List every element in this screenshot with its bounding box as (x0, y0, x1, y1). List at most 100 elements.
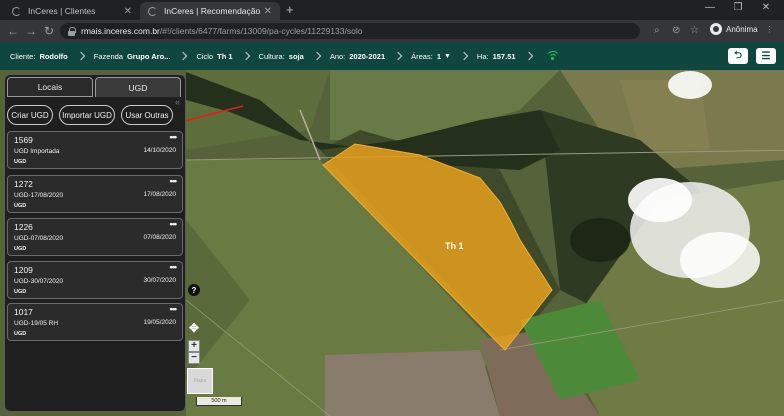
tracking-blocked-icon[interactable]: ⊘ (672, 25, 680, 36)
ugd-name: UGD-19/05 RH (14, 320, 59, 327)
menu-button[interactable]: ☰ (756, 48, 776, 64)
ugd-id: 1272 (14, 179, 33, 189)
areas-value: 1 (436, 51, 441, 61)
tab-ugd[interactable]: UGD (95, 77, 181, 97)
close-tab-icon[interactable]: ✕ (124, 6, 132, 17)
header-cultura[interactable]: Cultura: soja (259, 52, 304, 61)
profile-label: Anônima (726, 24, 758, 34)
zoom-icon[interactable]: ⌕ (654, 25, 660, 36)
ugd-panel: Locais UGD « Criar UGD Importar UGD Usar… (4, 74, 186, 412)
tab-locais[interactable]: Locais (7, 77, 93, 97)
chevron-right-icon (241, 51, 250, 61)
ugd-name: UGD-07/08/2020 (14, 235, 64, 242)
reload-icon[interactable]: ↻ (42, 24, 56, 38)
ugd-name: UGD Importada (14, 148, 60, 155)
chevron-right-icon (76, 51, 86, 61)
app-header: Cliente: Rodolfo Fazenda Grupo Aro... Ci… (0, 42, 784, 70)
cultura-label: Cultura: (258, 51, 285, 61)
tab-title: InCeres | Recomendação (164, 6, 261, 16)
cultura-value: soja (288, 51, 304, 61)
profile-button[interactable]: Anônima ⋮ (710, 23, 774, 35)
ugd-date: 19/05/2020 (143, 319, 176, 326)
wifi-connection-icon (545, 51, 560, 61)
forward-arrow-icon[interactable]: → (24, 24, 38, 38)
chevron-right-icon (312, 51, 322, 61)
ugd-date: 17/08/2020 (143, 191, 176, 198)
ciclo-value: Th 1 (217, 51, 233, 61)
ugd-date: 30/07/2020 (143, 277, 176, 284)
zoom-in-button[interactable]: + (188, 340, 200, 352)
back-arrow-icon[interactable]: ← (6, 24, 20, 38)
header-cliente[interactable]: Cliente: Rodolfo (10, 52, 68, 61)
ugd-card[interactable]: 1209 ••• UGD-30/07/2020 30/07/2020 UGD (7, 261, 183, 299)
header-ciclo[interactable]: Ciclo Th 1 (196, 52, 232, 61)
ugd-card[interactable]: 1226 ••• UGD-07/08/2020 07/08/2020 UGD (7, 218, 183, 256)
ano-label: Ano: (329, 51, 346, 61)
ugd-type: UGD (14, 331, 27, 337)
ugd-name: UGD-30/07/2020 (14, 278, 64, 285)
field-label: Th 1 (445, 241, 464, 251)
browser-menu-icon[interactable]: ⋮ (766, 25, 774, 34)
incognito-avatar-icon (710, 23, 722, 35)
more-options-icon[interactable]: ••• (170, 304, 178, 314)
tab-title: InCeres | Clientes (28, 6, 96, 16)
cliente-value: Rodolfo (39, 51, 68, 61)
header-areas[interactable]: Áreas: 1 ▼ (411, 52, 451, 61)
url-host: rmais.inceres.com.br (81, 26, 160, 36)
fazenda-label: Fazenda (93, 51, 123, 61)
caret-down-icon: ▼ (443, 52, 451, 60)
header-ano[interactable]: Ano: 2020-2021 (330, 52, 385, 61)
collapse-panel-icon[interactable]: « (175, 97, 185, 107)
ugd-type: UGD (14, 289, 27, 295)
address-bar-row: ← → ↻ rmais.inceres.com.br/#!/clients/64… (0, 20, 784, 42)
ugd-card[interactable]: 1272 ••• UGD-17/08/2020 17/08/2020 UGD (7, 175, 183, 213)
usar-outras-button[interactable]: Usar Outras (121, 105, 173, 125)
ugd-id: 1017 (14, 307, 33, 317)
chevron-right-icon (179, 51, 188, 61)
header-fazenda[interactable]: Fazenda Grupo Aro... (94, 52, 171, 61)
new-tab-button[interactable]: + (286, 2, 294, 17)
ugd-type: UGD (14, 246, 27, 252)
fazenda-value: Grupo Aro... (126, 51, 171, 61)
close-window-button[interactable]: ✕ (756, 2, 776, 13)
back-button[interactable]: ⮌ (728, 48, 748, 64)
ugd-date: 14/10/2020 (143, 147, 176, 154)
minimize-button[interactable]: — (700, 2, 720, 13)
browser-tab-recomendacao[interactable]: InCeres | Recomendação ✕ (140, 2, 280, 20)
more-options-icon[interactable]: ••• (170, 132, 178, 142)
close-tab-icon[interactable]: ✕ (264, 6, 272, 17)
header-ha: Ha: 157.51 (477, 52, 516, 61)
ugd-id: 1569 (14, 135, 33, 145)
ugd-type: UGD (14, 159, 27, 165)
ugd-date: 07/08/2020 (143, 234, 176, 241)
bookmark-star-icon[interactable]: ☆ (690, 25, 699, 36)
inceres-favicon-icon (12, 6, 21, 16)
help-button[interactable]: ? (188, 284, 200, 296)
chevron-right-icon (459, 51, 469, 61)
arrow-left-icon: ⮌ (733, 49, 742, 61)
menu-icon: ☰ (761, 50, 771, 62)
ugd-id: 1209 (14, 265, 33, 275)
ugd-card[interactable]: 1569 ••• UGD Importada 14/10/2020 UGD (7, 131, 183, 169)
url-field[interactable]: rmais.inceres.com.br/#!/clients/6477/far… (60, 23, 640, 39)
more-options-icon[interactable]: ••• (170, 219, 178, 229)
ha-label: Ha: (476, 51, 489, 61)
ugd-id: 1226 (14, 222, 33, 232)
ha-value: 157.51 (492, 51, 516, 61)
criar-ugd-button[interactable]: Criar UGD (7, 105, 53, 125)
chevron-right-icon (524, 51, 533, 61)
importar-ugd-button[interactable]: Importar UGD (59, 105, 115, 125)
ciclo-label: Ciclo (196, 51, 214, 61)
browser-tab-clientes[interactable]: InCeres | Clientes ✕ (4, 2, 140, 20)
more-options-icon[interactable]: ••• (170, 262, 178, 272)
more-options-icon[interactable]: ••• (170, 176, 178, 186)
areas-label: Áreas: (411, 51, 433, 61)
cliente-label: Cliente: (10, 51, 36, 61)
pan-move-icon[interactable]: ✥ (188, 322, 200, 334)
restore-button[interactable]: ❐ (728, 2, 748, 13)
zoom-out-button[interactable]: − (188, 352, 200, 364)
lock-icon (68, 27, 76, 36)
ugd-card[interactable]: 1017 ••• UGD-19/05 RH 19/05/2020 UGD (7, 303, 183, 341)
map-type-thumbnail[interactable]: Mapa (187, 368, 213, 394)
scale-bar: 500 m (196, 397, 242, 406)
